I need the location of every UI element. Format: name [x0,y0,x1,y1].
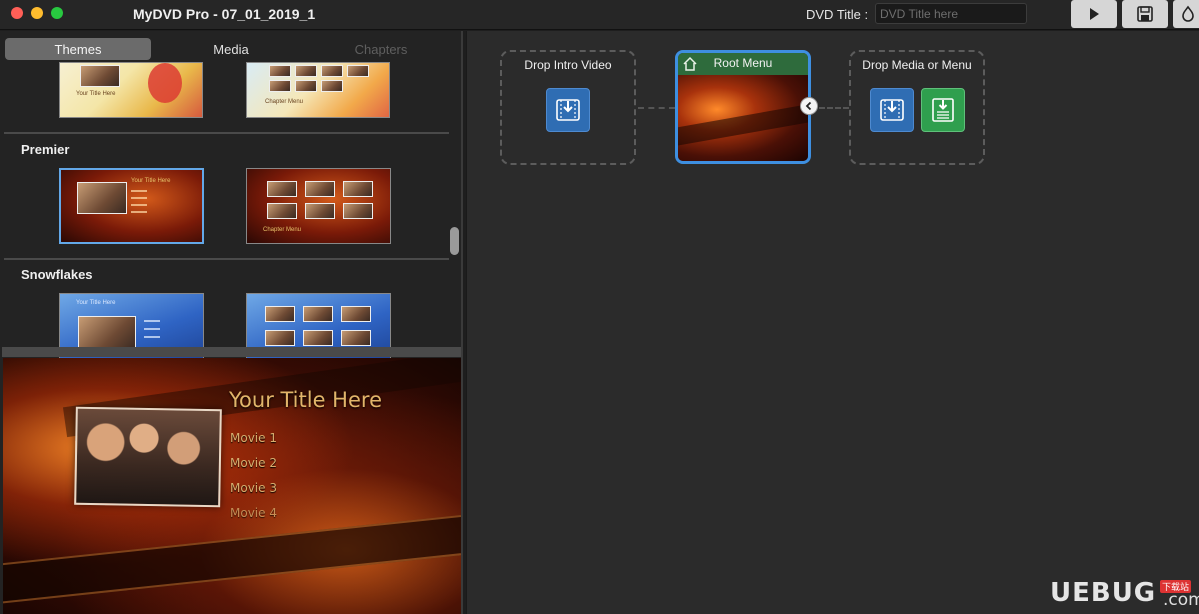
thumbnail-photo [267,203,297,219]
theme-thumbnail-selected[interactable]: Your Title Here [59,168,204,244]
drop-menu-icon [921,88,965,132]
drop-video-icon [546,88,590,132]
connector-line [819,107,849,109]
thumbnail-photo [321,80,343,92]
thumbnail-caption: Your Title Here [131,178,171,184]
drop-media-label: Drop Media or Menu [862,58,972,72]
panel-tabs: Themes Media Chapters [5,38,455,62]
burn-button[interactable] [1173,0,1199,28]
thumbnail-photo [267,181,297,197]
thumbnail-photo [269,80,291,92]
preview-splitter[interactable] [2,347,461,357]
drop-video-icon [870,88,914,132]
preview-menu-item: Movie 1 [230,431,277,445]
theme-preview: Your Title Here Movie 1 Movie 2 Movie 3 … [3,358,461,614]
thumbnail-caption: Chapter Menu [263,227,302,233]
root-menu-label: Root Menu [713,56,773,70]
save-icon [1137,6,1153,22]
thumbnail-photo [78,316,136,350]
preview-menu-item: Movie 4 [230,506,277,520]
dvd-title-input[interactable] [875,3,1027,24]
section-title-snowflakes: Snowflakes [21,267,93,282]
section-title-premier: Premier [21,142,70,157]
thumbnail-photo [343,203,373,219]
drop-intro-label: Drop Intro Video [524,58,612,72]
thumbnail-caption: Your Title Here [76,300,116,306]
theme-thumbnail[interactable]: Your Title Here [59,62,203,118]
thumbnail-photo [269,65,291,77]
drop-media-or-menu-zone[interactable]: Drop Media or Menu [849,50,985,165]
menu-line [131,197,147,199]
connector-line [638,107,675,109]
thumbnail-photo [343,181,373,197]
themes-list[interactable]: Your Title Here Chapter Menu Premier You… [2,62,449,375]
tab-themes[interactable]: Themes [5,38,151,60]
window-title: MyDVD Pro - 07_01_2019_1 [133,6,316,22]
menu-line [131,211,147,213]
film-strip-graphic [678,101,808,147]
chevron-left-icon [805,101,812,111]
thumbnail-photo [303,306,333,322]
drop-intro-video-zone[interactable]: Drop Intro Video [500,50,636,165]
zoom-window-button[interactable] [51,7,63,19]
section-divider [4,132,449,134]
menu-line [144,328,160,330]
menu-line [131,190,147,192]
thumbnail-photo [265,306,295,322]
close-window-button[interactable] [11,7,23,19]
thumbnail-caption: Your Title Here [76,91,116,97]
thumbnail-photo [265,330,295,346]
root-menu-thumbnail [678,75,808,161]
tab-media[interactable]: Media [156,38,306,60]
minimize-window-button[interactable] [31,7,43,19]
thumbnail-photo [303,330,333,346]
thumbnail-photo [80,65,120,87]
collapse-button[interactable] [800,97,818,115]
preview-title: Your Title Here [229,388,382,412]
play-icon [1090,8,1099,20]
preview-menu-item: Movie 2 [230,456,277,470]
thumbnail-caption: Chapter Menu [265,99,304,105]
burn-icon [1182,5,1194,22]
save-button[interactable] [1122,0,1168,28]
section-divider [4,258,449,260]
thumbnail-photo [305,203,335,219]
thumbnail-photo [295,80,317,92]
watermark-logo: UEBUG [1050,578,1157,608]
watermark-suffix: .com [1163,590,1199,610]
thumbnail-photo [341,330,371,346]
menu-line [144,320,160,322]
thumbnail-photo [295,65,317,77]
play-button[interactable] [1071,0,1117,28]
left-panel: Themes Media Chapters Your Title Here Ch… [0,31,463,614]
themes-scrollbar[interactable] [450,227,459,255]
menu-line [144,336,160,338]
title-bar: MyDVD Pro - 07_01_2019_1 DVD Title : [0,0,1199,30]
menu-line [131,204,147,206]
theme-thumbnail[interactable]: Chapter Menu [246,168,391,244]
thumbnail-photo [347,65,369,77]
preview-photo [74,406,222,508]
root-menu-header: Root Menu [678,53,808,75]
tab-chapters[interactable]: Chapters [307,38,455,60]
root-menu-node[interactable]: Root Menu [675,50,811,164]
preview-menu-item: Movie 3 [230,481,277,495]
film-strip-graphic [3,510,461,606]
thumbnail-photo [305,181,335,197]
thumbnail-photo [77,182,127,214]
dvd-title-label: DVD Title : [806,7,869,22]
thumbnail-photo [321,65,343,77]
thumbnail-photo [341,306,371,322]
theme-thumbnail[interactable]: Chapter Menu [246,62,390,118]
menu-canvas[interactable]: Drop Intro Video Root Menu Drop Media or… [466,31,1199,614]
balloon-graphic [148,63,182,103]
